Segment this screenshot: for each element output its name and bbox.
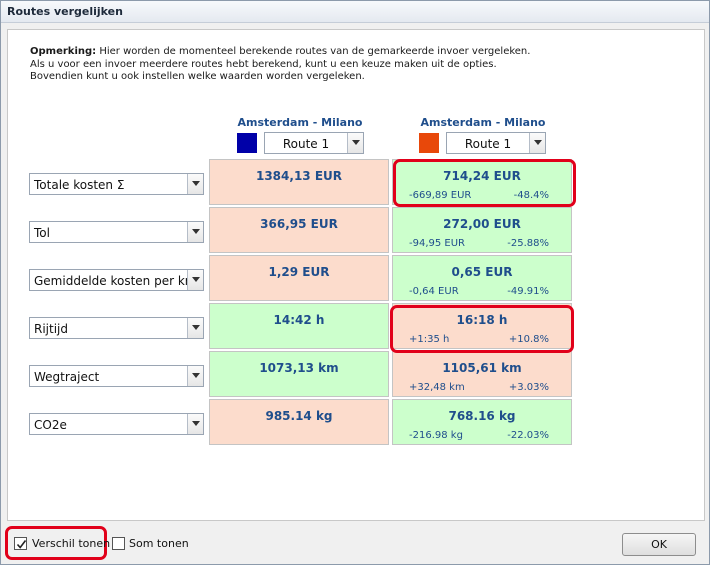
metric-select-1-value: Totale kosten Σ [34, 178, 125, 192]
remark-label: Opmerking: [30, 46, 97, 57]
diff-b-3: -0,64 EUR [409, 286, 459, 297]
route-color-swatch-b [419, 133, 439, 153]
value-a-2: 366,95 EUR [260, 217, 338, 231]
pct-b-6: -22.03% [507, 430, 549, 441]
routes-compare-dialog: Routes vergelijken Opmerking: Hier worde… [0, 0, 710, 565]
metric-select-3-value: Gemiddelde kosten per km [34, 274, 197, 288]
metric-select-1[interactable]: Totale kosten Σ [29, 173, 204, 195]
value-b-6: 768.16 kg [448, 409, 516, 423]
content-panel: Opmerking: Hier worden de momenteel bere… [7, 29, 705, 521]
metric-select-4-value: Rijtijd [34, 322, 68, 336]
chevron-down-icon[interactable] [187, 414, 203, 434]
value-cell-b-5: 1105,61 km +32,48 km +3.03% [392, 351, 572, 397]
checkmark-icon [16, 540, 27, 549]
show-difference-checkbox[interactable] [14, 537, 27, 550]
value-b-5: 1105,61 km [442, 361, 522, 375]
metric-select-6[interactable]: CO2e [29, 413, 204, 435]
metric-select-3[interactable]: Gemiddelde kosten per km [29, 269, 204, 291]
chevron-down-icon[interactable] [187, 222, 203, 242]
value-cell-a-6: 985.14 kg [209, 399, 389, 445]
value-b-2: 272,00 EUR [443, 217, 521, 231]
pct-b-3: -49.91% [507, 286, 549, 297]
metric-select-5-value: Wegtraject [34, 370, 100, 384]
diff-b-2: -94,95 EUR [409, 238, 466, 249]
value-cell-a-4: 14:42 h [209, 303, 389, 349]
highlight-total-cost [393, 159, 576, 207]
metric-select-2[interactable]: Tol [29, 221, 204, 243]
value-cell-b-6: 768.16 kg -216.98 kg -22.03% [392, 399, 572, 445]
chevron-down-icon[interactable] [529, 133, 545, 153]
value-cell-a-1: 1384,13 EUR [209, 159, 389, 205]
value-b-3: 0,65 EUR [451, 265, 513, 279]
chevron-down-icon[interactable] [187, 318, 203, 338]
metric-select-5[interactable]: Wegtraject [29, 365, 204, 387]
metric-select-6-value: CO2e [34, 418, 67, 432]
chevron-down-icon[interactable] [187, 270, 203, 290]
highlight-driving-time [390, 305, 574, 353]
title-bar: Routes vergelijken [1, 1, 709, 23]
metric-select-4[interactable]: Rijtijd [29, 317, 204, 339]
remark-line-2: Als u voor een invoer meerdere routes he… [30, 58, 497, 70]
pct-b-2: -25.88% [507, 238, 549, 249]
diff-b-6: -216.98 kg [409, 430, 463, 441]
value-a-5: 1073,13 km [259, 361, 339, 375]
value-cell-a-2: 366,95 EUR [209, 207, 389, 253]
ok-button[interactable]: OK [622, 533, 696, 556]
route-color-swatch-a [237, 133, 257, 153]
route-select-b-value: Route 1 [464, 137, 512, 151]
value-a-4: 14:42 h [273, 313, 325, 327]
value-cell-a-5: 1073,13 km [209, 351, 389, 397]
value-cell-b-2: 272,00 EUR -94,95 EUR -25.88% [392, 207, 572, 253]
column-b-title: Amsterdam - Milano [420, 116, 546, 129]
column-a-title: Amsterdam - Milano [237, 116, 363, 129]
diff-b-5: +32,48 km [409, 382, 465, 393]
route-select-a[interactable]: Route 1 [264, 132, 364, 154]
remark-line-3: Bovendien kunt u ook instellen welke waa… [30, 71, 365, 82]
metric-select-2-value: Tol [34, 226, 50, 240]
window-title: Routes vergelijken [7, 5, 123, 18]
show-sum-label[interactable]: Som tonen [129, 537, 189, 550]
value-a-1: 1384,13 EUR [255, 169, 342, 183]
chevron-down-icon[interactable] [187, 366, 203, 386]
value-cell-b-3: 0,65 EUR -0,64 EUR -49.91% [392, 255, 572, 301]
route-select-b[interactable]: Route 1 [446, 132, 546, 154]
remark-text: Opmerking: Hier worden de momenteel bere… [30, 46, 630, 84]
remark-line-1: Hier worden de momenteel berekende route… [96, 46, 531, 57]
value-cell-a-3: 1,29 EUR [209, 255, 389, 301]
value-a-3: 1,29 EUR [268, 265, 330, 279]
value-a-6: 985.14 kg [265, 409, 333, 423]
show-sum-checkbox[interactable] [112, 537, 125, 550]
chevron-down-icon[interactable] [187, 174, 203, 194]
pct-b-5: +3.03% [508, 382, 549, 393]
route-select-a-value: Route 1 [282, 137, 330, 151]
bottom-bar: Verschil tonen Som tonen OK [1, 525, 709, 565]
show-difference-label[interactable]: Verschil tonen [32, 537, 110, 550]
chevron-down-icon[interactable] [347, 133, 363, 153]
